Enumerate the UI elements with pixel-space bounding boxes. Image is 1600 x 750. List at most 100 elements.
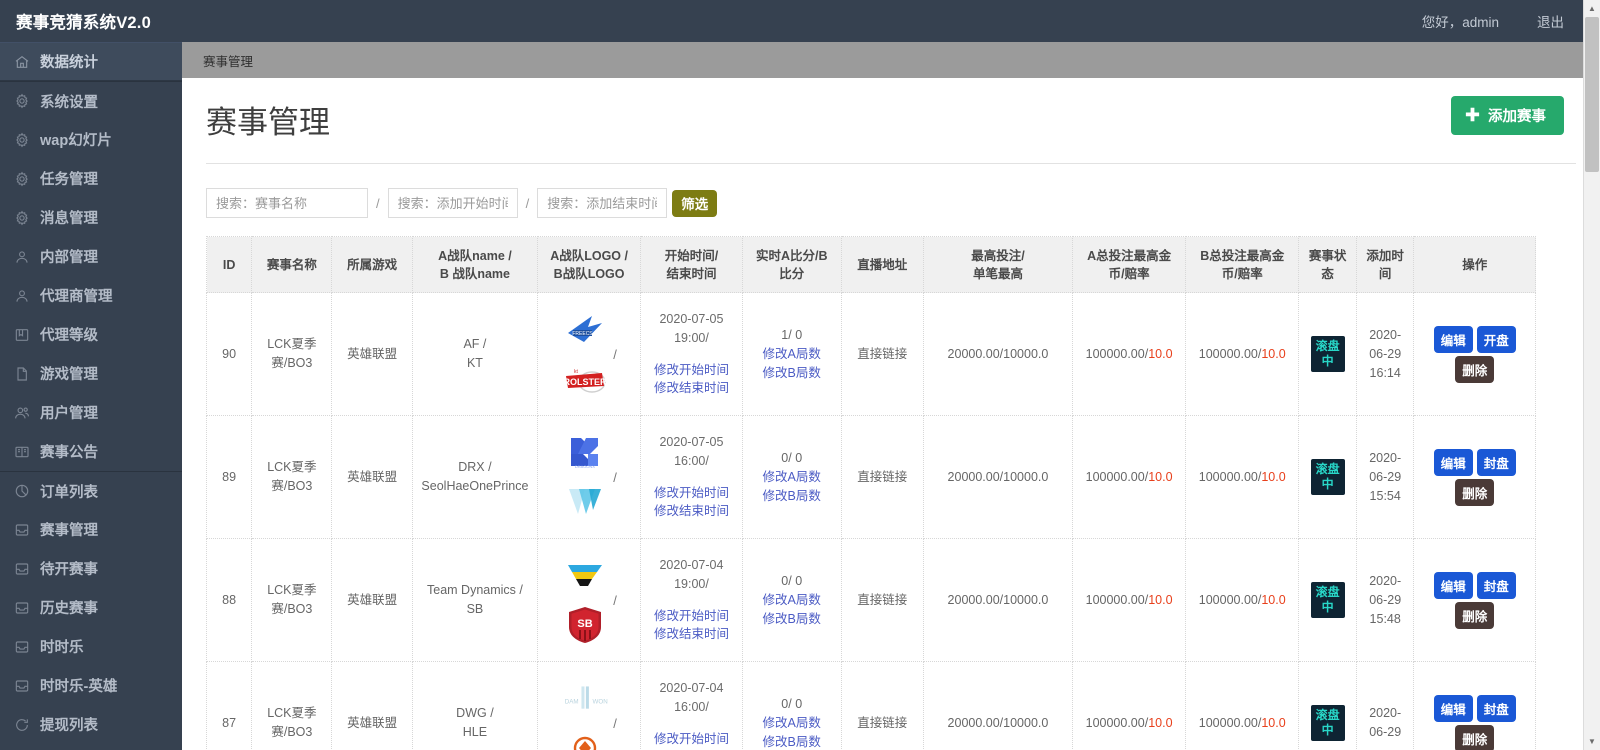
column-header-line: 币/赔率 xyxy=(1108,266,1150,281)
toggle-betting-button[interactable]: 封盘 xyxy=(1476,694,1516,722)
cell-live: 直接链接 xyxy=(840,292,924,417)
sidebar-item-18[interactable]: 提现列表 xyxy=(0,705,182,744)
team-a-name: DWG / xyxy=(456,706,494,721)
search-end-date-input[interactable] xyxy=(537,188,668,219)
match-name-line: 赛/BO3 xyxy=(271,479,313,494)
sidebar-item-16[interactable]: 时时乐 xyxy=(0,627,182,666)
sidebar-item-17[interactable]: 时时乐-英雄 xyxy=(0,666,182,705)
svg-text:SB: SB xyxy=(578,618,593,630)
sidebar-item-label: 赛事公告 xyxy=(40,445,98,461)
sidebar-item-7[interactable]: 代理商管理 xyxy=(0,276,182,315)
sidebar-item-8[interactable]: 代理等级 xyxy=(0,315,182,354)
sidebar-item-11[interactable]: 赛事公告 xyxy=(0,432,182,471)
logo-separator: / xyxy=(613,716,617,732)
sidebar-item-label: 赛事管理 xyxy=(40,523,98,539)
edit-score-b-link[interactable]: 修改B局数 xyxy=(747,487,837,506)
filter-submit-button[interactable]: 筛选 xyxy=(672,189,718,217)
edit-score-a-link[interactable]: 修改A局数 xyxy=(747,468,837,487)
edit-score-a-link[interactable]: 修改A局数 xyxy=(747,345,837,364)
edit-score-b-link[interactable]: 修改B局数 xyxy=(747,610,837,629)
edit-score-a-link[interactable]: 修改A局数 xyxy=(747,714,837,733)
cell-operations: 编辑 封盘 删除 xyxy=(1413,538,1536,663)
edit-start-time-link[interactable]: 修改开始时间 xyxy=(645,484,738,503)
inbox-icon xyxy=(14,521,40,539)
edit-score-b-link[interactable]: 修改B局数 xyxy=(747,364,837,383)
cell-game: 英雄联盟 xyxy=(331,292,413,417)
file-icon xyxy=(14,365,40,383)
sandbox-logo: SB xyxy=(561,607,609,644)
live-url-text[interactable]: 直接链接 xyxy=(857,347,907,361)
edit-end-time-link[interactable]: 修改结束时间 xyxy=(645,502,738,521)
sidebar: 赛事竞猜系统V2.0 数据统计 系统设置 wap幻灯片 任务管理 消息管理 内部管理 代理商… xyxy=(0,0,182,750)
edit-end-time-link[interactable]: 修改结束时间 xyxy=(645,379,738,398)
match-name-line: LCK夏季 xyxy=(267,460,317,475)
table-row: 87 LCK夏季 赛/BO3 英雄联盟 DWG / HLE DAM WON / 2020-07-0… xyxy=(206,661,1536,750)
b-total-amount: 100000.00/ xyxy=(1198,469,1262,484)
delete-button[interactable]: 删除 xyxy=(1455,601,1495,629)
column-header-1: ID xyxy=(206,236,253,294)
edit-end-time-link[interactable]: 修改结束时间 xyxy=(645,625,738,644)
sidebar-item-12[interactable]: 订单列表 xyxy=(0,471,182,510)
logout-link[interactable]: 退出 xyxy=(1537,11,1564,31)
column-header-line: 比分 xyxy=(779,266,805,281)
toggle-betting-button[interactable]: 封盘 xyxy=(1476,571,1516,599)
vertical-scrollbar[interactable]: ▲ ▼ xyxy=(1583,0,1600,750)
edit-button[interactable]: 编辑 xyxy=(1433,571,1473,599)
sidebar-item-14[interactable]: 待开赛事 xyxy=(0,549,182,588)
scroll-up-arrow-icon[interactable]: ▲ xyxy=(1584,0,1600,17)
book-icon xyxy=(14,326,40,344)
cell-status: 滚盘中 xyxy=(1298,415,1357,540)
sidebar-item-15[interactable]: 历史赛事 xyxy=(0,588,182,627)
sidebar-item-label: 时时乐 xyxy=(40,640,84,656)
toggle-betting-button[interactable]: 封盘 xyxy=(1476,448,1516,476)
column-header-line: 实时A比分/B xyxy=(755,248,828,263)
column-header-line: 所属游戏 xyxy=(347,257,398,272)
scroll-down-arrow-icon[interactable]: ▼ xyxy=(1584,733,1600,750)
sidebar-item-2[interactable]: 系统设置 xyxy=(0,81,182,120)
cell-teams: DWG / HLE xyxy=(411,661,539,750)
live-url-text[interactable]: 直接链接 xyxy=(857,716,907,730)
sidebar-item-4[interactable]: 任务管理 xyxy=(0,159,182,198)
book-open-icon xyxy=(14,443,40,461)
cell-game: 英雄联盟 xyxy=(331,661,413,750)
edit-start-time-link[interactable]: 修改开始时间 xyxy=(645,361,738,380)
breadcrumb-current[interactable]: 赛事管理 xyxy=(203,51,253,70)
cell-a-total: 100000.00/10.0 xyxy=(1072,415,1187,540)
filter-separator-2: / xyxy=(525,195,530,211)
sidebar-item-3[interactable]: wap幻灯片 xyxy=(0,120,182,159)
edit-button[interactable]: 编辑 xyxy=(1433,325,1473,353)
sidebar-item-6[interactable]: 内部管理 xyxy=(0,237,182,276)
edit-start-time-link[interactable]: 修改开始时间 xyxy=(645,730,738,749)
added-line: 16:14 xyxy=(1369,365,1401,380)
column-header-3: 所属游戏 xyxy=(331,236,413,294)
sidebar-item-10[interactable]: 用户管理 xyxy=(0,393,182,432)
sidebar-item-9[interactable]: 游戏管理 xyxy=(0,354,182,393)
delete-button[interactable]: 删除 xyxy=(1455,478,1495,506)
search-start-date-input[interactable] xyxy=(387,188,518,219)
add-match-button[interactable]: ✚ 添加赛事 xyxy=(1450,96,1564,135)
sidebar-item-5[interactable]: 消息管理 xyxy=(0,198,182,237)
edit-button[interactable]: 编辑 xyxy=(1433,694,1473,722)
cell-status: 滚盘中 xyxy=(1298,661,1357,750)
delete-button[interactable]: 删除 xyxy=(1455,355,1495,383)
delete-button[interactable]: 删除 xyxy=(1455,724,1495,750)
cell-a-total: 100000.00/10.0 xyxy=(1072,292,1187,417)
game-name: 英雄联盟 xyxy=(347,346,398,361)
start-clock: 19:00/ xyxy=(674,330,709,345)
sidebar-item-13[interactable]: 赛事管理 xyxy=(0,510,182,549)
inbox-icon xyxy=(14,677,40,695)
filter-separator-1: / xyxy=(376,195,380,211)
edit-start-time-link[interactable]: 修改开始时间 xyxy=(645,607,738,626)
edit-score-a-link[interactable]: 修改A局数 xyxy=(747,591,837,610)
search-name-input[interactable] xyxy=(206,188,368,219)
cell-a-total: 100000.00/10.0 xyxy=(1072,661,1187,750)
sidebar-item-label: 内部管理 xyxy=(40,250,98,266)
toggle-betting-button[interactable]: 开盘 xyxy=(1476,325,1516,353)
live-url-text[interactable]: 直接链接 xyxy=(857,593,907,607)
b-odds: 10.0 xyxy=(1261,715,1286,730)
edit-button[interactable]: 编辑 xyxy=(1433,448,1473,476)
sidebar-item-1[interactable]: 数据统计 xyxy=(0,42,182,81)
scrollbar-thumb[interactable] xyxy=(1585,17,1599,172)
live-url-text[interactable]: 直接链接 xyxy=(857,470,907,484)
edit-score-b-link[interactable]: 修改B局数 xyxy=(747,733,837,750)
